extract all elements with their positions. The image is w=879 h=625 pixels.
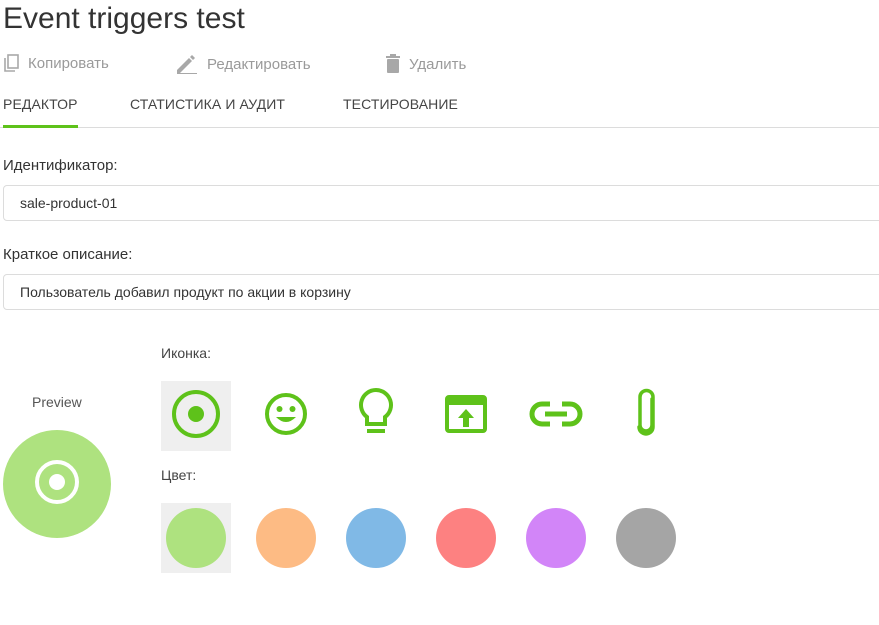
- open-in-app-icon: [444, 394, 488, 439]
- radio-button-icon: [170, 388, 222, 445]
- icon-option-link[interactable]: [521, 381, 591, 451]
- color-option-green[interactable]: [161, 503, 231, 573]
- preview-circle: [3, 430, 111, 538]
- description-label: Краткое описание:: [3, 246, 133, 263]
- color-option-gray[interactable]: [611, 503, 681, 573]
- color-swatch: [256, 508, 316, 568]
- delete-label: Удалить: [409, 55, 467, 73]
- color-swatch: [616, 508, 676, 568]
- color-swatch: [166, 508, 226, 568]
- edit-button[interactable]: Редактировать: [175, 54, 311, 74]
- copy-icon: [3, 54, 20, 73]
- tab-bar: РЕДАКТОР СТАТИСТИКА И АУДИТ ТЕСТИРОВАНИЕ: [0, 94, 879, 128]
- preview-radio-button-icon: [33, 458, 81, 511]
- identifier-input[interactable]: [4, 186, 879, 220]
- color-option-red[interactable]: [431, 503, 501, 573]
- trash-icon: [385, 54, 401, 74]
- preview-label: Preview: [32, 394, 82, 410]
- identifier-label: Идентификатор:: [3, 157, 118, 174]
- icon-option-radio[interactable]: [161, 381, 231, 451]
- lightbulb-icon: [356, 387, 396, 446]
- delete-button[interactable]: Удалить: [385, 54, 466, 74]
- color-option-blue[interactable]: [341, 503, 411, 573]
- color-swatch: [526, 508, 586, 568]
- color-swatch: [436, 508, 496, 568]
- icon-option-paperclip[interactable]: [611, 381, 681, 451]
- icon-option-lightbulb[interactable]: [341, 381, 411, 451]
- color-swatch: [346, 508, 406, 568]
- tab-editor[interactable]: РЕДАКТОР: [3, 96, 78, 128]
- edit-label: Редактировать: [207, 55, 311, 73]
- color-option-purple[interactable]: [521, 503, 591, 573]
- paperclip-icon: [631, 387, 661, 446]
- description-input[interactable]: [4, 275, 879, 309]
- pencil-icon: [175, 54, 199, 74]
- icon-option-open-in-app[interactable]: [431, 381, 501, 451]
- color-section-label: Цвет:: [161, 467, 197, 483]
- description-field-box: [3, 274, 879, 310]
- icon-section-label: Иконка:: [161, 345, 211, 361]
- link-icon: [529, 399, 583, 434]
- icon-option-smiley[interactable]: [251, 381, 321, 451]
- tab-statistics-audit[interactable]: СТАТИСТИКА И АУДИТ: [130, 96, 285, 125]
- color-option-orange[interactable]: [251, 503, 321, 573]
- smiley-icon: [263, 391, 309, 442]
- copy-button[interactable]: Копировать: [3, 54, 109, 73]
- copy-label: Копировать: [28, 55, 109, 72]
- identifier-field-box: [3, 185, 879, 221]
- page-title: Event triggers test: [3, 2, 245, 35]
- tab-testing[interactable]: ТЕСТИРОВАНИЕ: [343, 96, 458, 125]
